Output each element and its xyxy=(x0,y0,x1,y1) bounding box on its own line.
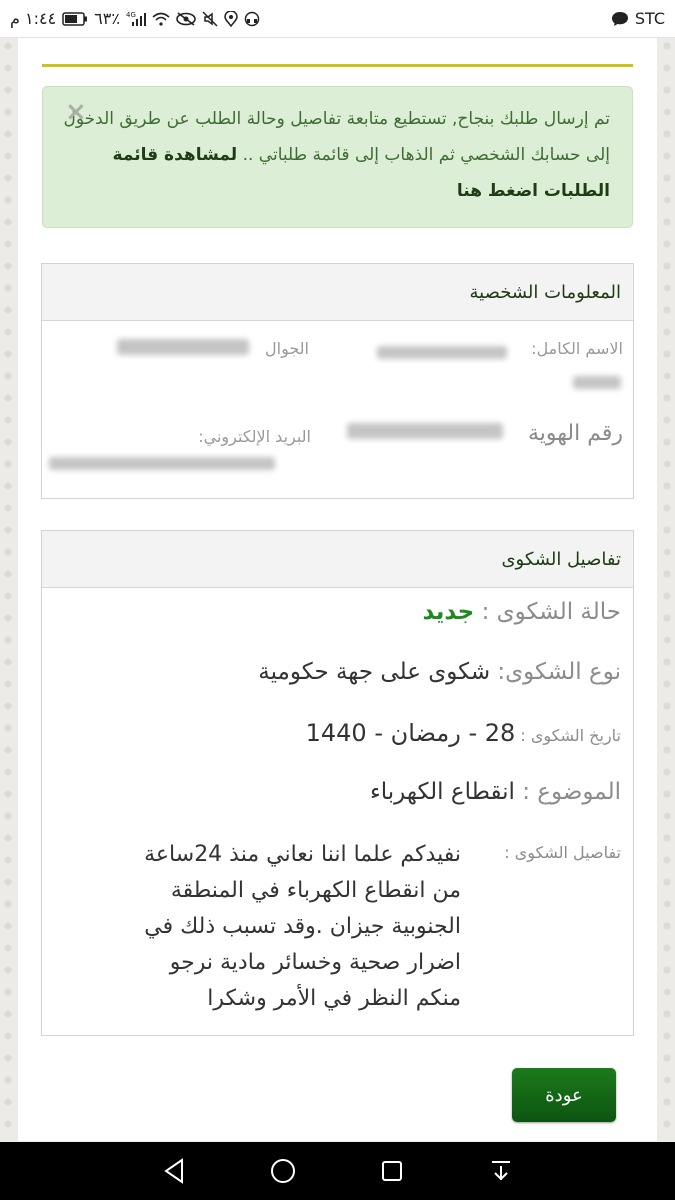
complaint-date-label: تاريخ الشكوى : xyxy=(520,726,621,745)
complaint-date-row: تاريخ الشكوى : 28 - رمضان - 1440 xyxy=(54,719,621,747)
details-line: من انقطاع الكهرباء في المنطقة xyxy=(170,878,461,903)
full-name-field: الاسم الكامل: xyxy=(531,339,623,358)
details-line: الجنوبية جيزان .وقد تسبب ذلك في xyxy=(144,914,461,939)
success-alert: × تم إرسال طلبك بنجاح, تستطيع متابعة تفا… xyxy=(42,86,633,228)
complaint-status-label: حالة الشكوى : xyxy=(481,599,621,625)
complaint-type-label: نوع الشكوى: xyxy=(497,659,621,685)
location-icon xyxy=(224,10,238,27)
email-field: البريد الإلكتروني: xyxy=(198,427,311,446)
complaint-details-text: نفيدكم علما اننا نعاني منذ 24ساعة من انق… xyxy=(52,837,461,1017)
back-nav-icon[interactable] xyxy=(154,1151,194,1191)
side-pattern-left xyxy=(0,38,16,1142)
back-button-label: عودة xyxy=(545,1084,583,1105)
email-value xyxy=(49,457,275,470)
recents-nav-icon[interactable] xyxy=(372,1151,412,1191)
full-name-value-cont xyxy=(573,376,621,389)
headset-icon xyxy=(244,11,260,27)
complaint-type-value: شكوى على جهة حكومية xyxy=(258,659,491,685)
battery-icon xyxy=(62,11,88,26)
mobile-field: الجوال xyxy=(265,339,309,358)
close-icon[interactable]: × xyxy=(65,99,87,125)
notifications-nav-icon[interactable] xyxy=(481,1151,521,1191)
page-content: × تم إرسال طلبك بنجاح, تستطيع متابعة تفا… xyxy=(18,38,657,1141)
signal-icon: 4G xyxy=(126,11,146,27)
complaint-subject-row: الموضوع : انقطاع الكهرباء xyxy=(54,779,621,805)
id-number-field: رقم الهوية xyxy=(528,421,623,446)
navigation-bar xyxy=(0,1142,675,1200)
complaint-details-label: تفاصيل الشكوى : xyxy=(504,843,621,862)
details-line: منكم النظر في الأمر وشكرا xyxy=(207,986,461,1011)
complaint-status-row: حالة الشكوى : جديد xyxy=(54,599,621,625)
status-bar: ١:٤٤ م ٦٣٪ 4G STC xyxy=(0,0,675,38)
id-number-label: رقم الهوية xyxy=(527,421,623,446)
details-line: نفيدكم علما اننا نعاني منذ 24ساعة xyxy=(144,842,461,867)
status-right: STC xyxy=(611,9,665,28)
side-pattern-right xyxy=(659,38,675,1142)
personal-info-panel: المعلومات الشخصية الاسم الكامل: الجوال ر… xyxy=(41,263,634,499)
svg-text:4G: 4G xyxy=(126,11,136,19)
details-line: اضرار صحية وخسائر مادية نرجو xyxy=(169,950,461,975)
complaint-details-panel: تفاصيل الشكوى حالة الشكوى : جديد نوع الش… xyxy=(41,530,634,1036)
mobile-label: الجوال xyxy=(265,339,309,358)
complaint-details-label-wrap: تفاصيل الشكوى : xyxy=(461,843,621,862)
full-name-value xyxy=(377,346,507,359)
battery-percent: ٦٣٪ xyxy=(94,9,120,28)
complaint-type-row: نوع الشكوى: شكوى على جهة حكومية xyxy=(54,659,621,685)
complaint-status-value: جديد xyxy=(422,599,475,625)
back-button[interactable]: عودة xyxy=(512,1068,616,1122)
email-label: البريد الإلكتروني: xyxy=(198,427,311,446)
personal-info-grid: الاسم الكامل: الجوال رقم الهوية البريد ا… xyxy=(42,321,633,499)
message-icon xyxy=(611,11,629,27)
id-number-value xyxy=(347,423,503,439)
mobile-value xyxy=(117,339,249,355)
complaint-details-heading: تفاصيل الشكوى xyxy=(42,531,633,588)
mute-icon xyxy=(202,10,218,27)
personal-info-heading: المعلومات الشخصية xyxy=(42,264,633,321)
complaint-subject-value: انقطاع الكهرباء xyxy=(369,779,515,805)
carrier-name: STC xyxy=(634,9,665,28)
clock: ١:٤٤ م xyxy=(10,9,57,28)
status-left: ١:٤٤ م ٦٣٪ 4G xyxy=(10,9,260,28)
home-nav-icon[interactable] xyxy=(263,1151,303,1191)
wifi-icon xyxy=(152,12,170,26)
eye-icon xyxy=(176,11,196,26)
full-name-label: الاسم الكامل: xyxy=(531,339,623,358)
top-divider xyxy=(42,64,633,67)
complaint-date-value: 28 - رمضان - 1440 xyxy=(305,719,516,747)
complaint-subject-label: الموضوع : xyxy=(522,779,621,805)
